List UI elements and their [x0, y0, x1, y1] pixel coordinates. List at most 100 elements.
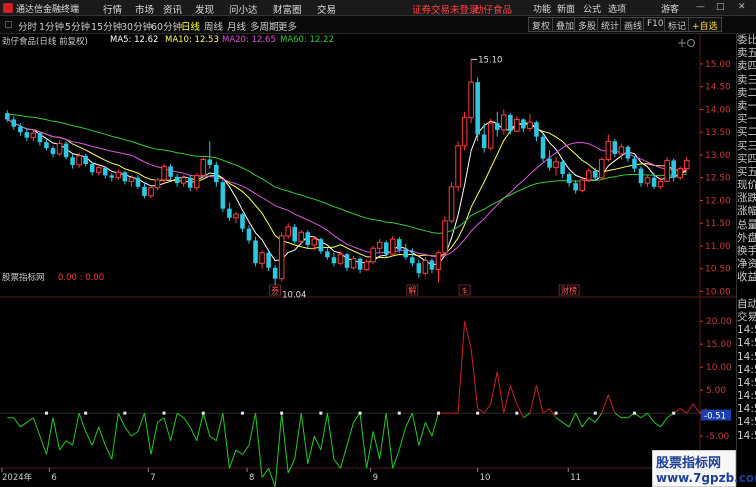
menu-options[interactable]: 选项	[608, 2, 626, 15]
quote-panel-item: 委比	[737, 34, 756, 46]
menu-market-overview[interactable]: 市场	[135, 2, 154, 16]
candle-body	[70, 157, 75, 165]
menu-market[interactable]: 行情	[103, 2, 122, 16]
tab-period-5min[interactable]: 5分钟	[65, 19, 90, 33]
candle-body	[566, 174, 572, 184]
signal-marker	[672, 411, 676, 415]
quote-panel-item: 14:5	[737, 429, 756, 442]
menu-wealth[interactable]: 财富圈	[273, 2, 302, 16]
adjust-button[interactable]: 复权	[528, 17, 555, 32]
menu-function[interactable]: 功能	[533, 2, 551, 15]
price-tick-label: 14.00	[705, 105, 731, 115]
current-value-label: -0.51	[704, 411, 726, 421]
close-icon[interactable]: ✕	[738, 2, 746, 12]
tab-period-daily[interactable]: 日线	[181, 19, 200, 33]
candle-body	[220, 182, 226, 209]
chart-controls	[678, 39, 695, 47]
menu-formula[interactable]: 公式	[583, 2, 601, 15]
candle-body	[56, 143, 63, 155]
indicator-segment	[287, 458, 296, 474]
indicator-segment	[215, 413, 224, 441]
quote-panel-item: 涨幅	[737, 205, 756, 218]
indicator-segment	[372, 431, 381, 460]
menu-trade[interactable]: 交易	[317, 2, 336, 16]
tab-period-30min[interactable]: 30分钟	[121, 19, 152, 33]
candle-body	[18, 126, 23, 133]
indicator-segment	[503, 385, 511, 414]
mark-button[interactable]: 标记	[664, 17, 691, 32]
candle-body	[534, 122, 539, 137]
candle-body	[187, 177, 193, 188]
menu-discover[interactable]: 发现	[195, 2, 214, 16]
menu-new-page[interactable]: 新面	[557, 2, 575, 15]
date-label: 11	[570, 473, 581, 483]
tab-period-15min[interactable]: 15分钟	[91, 19, 122, 33]
indicator-segment	[274, 413, 283, 487]
candle-body	[612, 141, 618, 155]
price-tick-label: 11.00	[705, 242, 731, 252]
kline-chart[interactable]: 15.10 10.04 15.00 14.50 14.00 13.50 13.00 12.5…	[0, 34, 736, 487]
menu-guest[interactable]: 游客	[661, 2, 679, 15]
quote-panel-item: 卖一	[737, 99, 756, 112]
indicator-segment	[568, 412, 577, 428]
candle-body	[599, 158, 605, 179]
add-watchlist-button[interactable]: +自选	[688, 17, 722, 32]
watermark-title: 股票指标网	[656, 456, 722, 471]
candle-body	[547, 158, 552, 168]
login-notice[interactable]: 证券交易未登录	[412, 2, 479, 16]
period-toolbar: ▢ 分时 1分钟 5分钟 15分钟 30分钟 60分钟 日线 周线 月线 多周期…	[0, 16, 756, 34]
indicator-segment	[379, 413, 387, 460]
indicator-segment	[647, 412, 655, 423]
indicator-segment	[607, 394, 616, 414]
quote-panel-item: 14:5	[737, 416, 756, 429]
indicator-name-label: 股票指标网	[2, 272, 45, 283]
indicator-segment	[117, 412, 126, 428]
candle-body	[618, 146, 625, 155]
candle-body	[76, 155, 82, 166]
candle-body	[142, 186, 147, 196]
signal-marker	[515, 411, 519, 415]
candle-body	[683, 159, 690, 170]
indicator-segment	[300, 413, 309, 464]
stock-notice[interactable]: 劲仔食品	[474, 2, 512, 16]
candle-body	[657, 180, 664, 188]
tab-period-weekly[interactable]: 周线	[204, 19, 223, 33]
indicator-segment	[196, 413, 204, 441]
indicator-segment	[294, 413, 302, 460]
tab-period-multi[interactable]: 多周期	[250, 19, 279, 33]
tab-period-more[interactable]: 更多	[278, 19, 297, 33]
maximize-icon[interactable]: □	[716, 2, 725, 12]
indicator-tick-label: 15.00	[706, 340, 732, 350]
candle-body	[305, 232, 311, 246]
price-tick-label: 11.50	[705, 219, 731, 229]
minimize-icon[interactable]: —	[696, 2, 705, 12]
indicator-segment	[523, 412, 531, 419]
signal-marker	[44, 411, 48, 415]
candle-body	[207, 159, 213, 165]
tab-period-monthly[interactable]: 月线	[227, 19, 246, 33]
tab-period-1min[interactable]: 1分钟	[39, 19, 64, 33]
candle-body	[11, 119, 17, 127]
indicator-segment	[163, 417, 172, 441]
sidebar-toggle-icon[interactable]: ▢	[4, 19, 13, 30]
candle-body	[311, 238, 318, 246]
tab-period-timeshare[interactable]: 分时	[18, 19, 37, 33]
indicator-tick-label: -5.00	[706, 432, 730, 442]
indicator-segment	[52, 417, 61, 451]
indicator-segment	[143, 413, 152, 455]
indicator-segment	[39, 435, 47, 455]
menu-ask[interactable]: 问小达	[229, 2, 258, 16]
candle-body	[585, 170, 592, 181]
quote-panel-item: 14:50	[737, 350, 756, 363]
candle-body	[102, 167, 108, 176]
menu-news[interactable]: 资讯	[163, 2, 182, 16]
indicator-segment	[326, 413, 335, 460]
tab-period-60min[interactable]: 60分钟	[151, 19, 182, 33]
price-tick-label: 13.50	[705, 128, 731, 138]
candle-body	[337, 253, 344, 264]
price-tick-label: 12.00	[705, 196, 731, 206]
candle-body	[89, 164, 95, 173]
candle-body	[272, 267, 278, 279]
indicator-segment	[660, 417, 668, 428]
signal-marker	[84, 411, 88, 415]
